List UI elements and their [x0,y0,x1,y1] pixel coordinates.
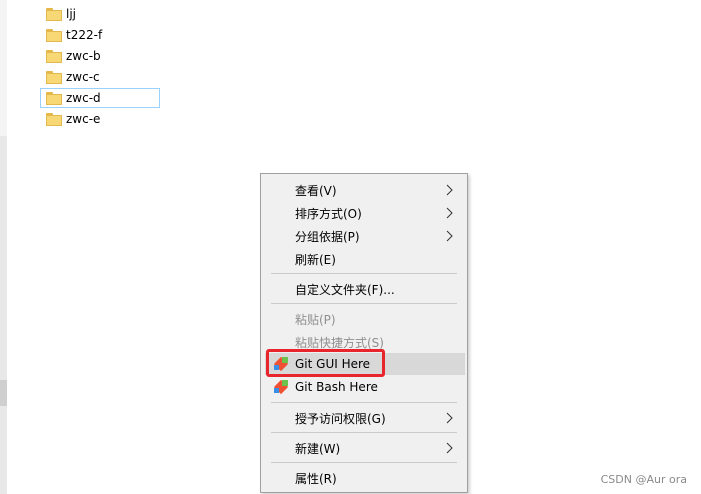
menu-item-label: 刷新(E) [295,252,336,267]
folder-icon [46,112,62,126]
menu-separator [271,273,457,274]
menu-item-label: 自定义文件夹(F)... [295,282,395,297]
chevron-right-icon [446,207,453,219]
folder-name: zwc-d [66,91,101,105]
folder-name: t222-f [66,28,103,42]
folder-item-zwc-e[interactable]: zwc-e [40,109,160,129]
menu-item-view[interactable]: 查看(V) [265,179,465,201]
folder-item-zwc-c[interactable]: zwc-c [40,67,160,87]
menu-item-label: 排序方式(O) [295,206,362,221]
context-menu: 查看(V) 排序方式(O) 分组依据(P) 刷新(E) 自定义文件夹(F)...… [260,173,468,493]
menu-item-group-by[interactable]: 分组依据(P) [265,225,465,247]
menu-item-label: 查看(V) [295,183,337,198]
scrollbar-thumb[interactable] [0,0,7,136]
menu-item-paste: 粘贴(P) [265,308,465,330]
menu-item-label: 属性(R) [295,471,337,486]
menu-item-label: 粘贴快捷方式(S) [295,335,384,350]
menu-item-customize-folder[interactable]: 自定义文件夹(F)... [265,278,465,300]
folder-icon [46,7,62,21]
folder-name: zwc-e [66,112,101,126]
menu-item-label: 新建(W) [295,441,341,456]
folder-item-ljj[interactable]: ljj [40,4,160,24]
chevron-right-icon [446,184,453,196]
menu-item-give-access[interactable]: 授予访问权限(G) [265,407,465,429]
menu-item-sort-by[interactable]: 排序方式(O) [265,202,465,224]
scrollbar-notch [0,380,7,406]
highlight-annotation-box [266,349,385,377]
menu-item-label: 授予访问权限(G) [295,411,386,426]
menu-separator [271,303,457,304]
chevron-right-icon [446,412,453,424]
menu-item-new[interactable]: 新建(W) [265,437,465,459]
menu-separator [271,432,457,433]
folder-name: zwc-b [66,49,101,63]
menu-item-refresh[interactable]: 刷新(E) [265,248,465,270]
git-icon [273,379,289,395]
menu-item-label: Git Bash Here [295,380,378,394]
folder-item-zwc-b[interactable]: zwc-b [40,46,160,66]
menu-separator [271,462,457,463]
folder-name: zwc-c [66,70,100,84]
menu-item-git-bash-here[interactable]: Git Bash Here [265,376,465,398]
chevron-right-icon [446,442,453,454]
menu-item-label: 分组依据(P) [295,229,360,244]
left-scrollbar[interactable] [0,0,7,494]
folder-item-t222-f[interactable]: t222-f [40,25,160,45]
folder-name: ljj [66,7,77,21]
menu-item-label: 粘贴(P) [295,312,336,327]
folder-icon [46,49,62,63]
folder-icon [46,28,62,42]
watermark: CSDN @Aur ora [600,473,687,486]
file-list: ljj t222-f zwc-b zwc-c zwc-d zwc-e [40,4,170,130]
folder-item-zwc-d[interactable]: zwc-d [40,88,160,108]
menu-separator [271,402,457,403]
folder-icon [46,91,62,105]
chevron-right-icon [446,230,453,242]
folder-icon [46,70,62,84]
menu-item-properties[interactable]: 属性(R) [265,467,465,489]
